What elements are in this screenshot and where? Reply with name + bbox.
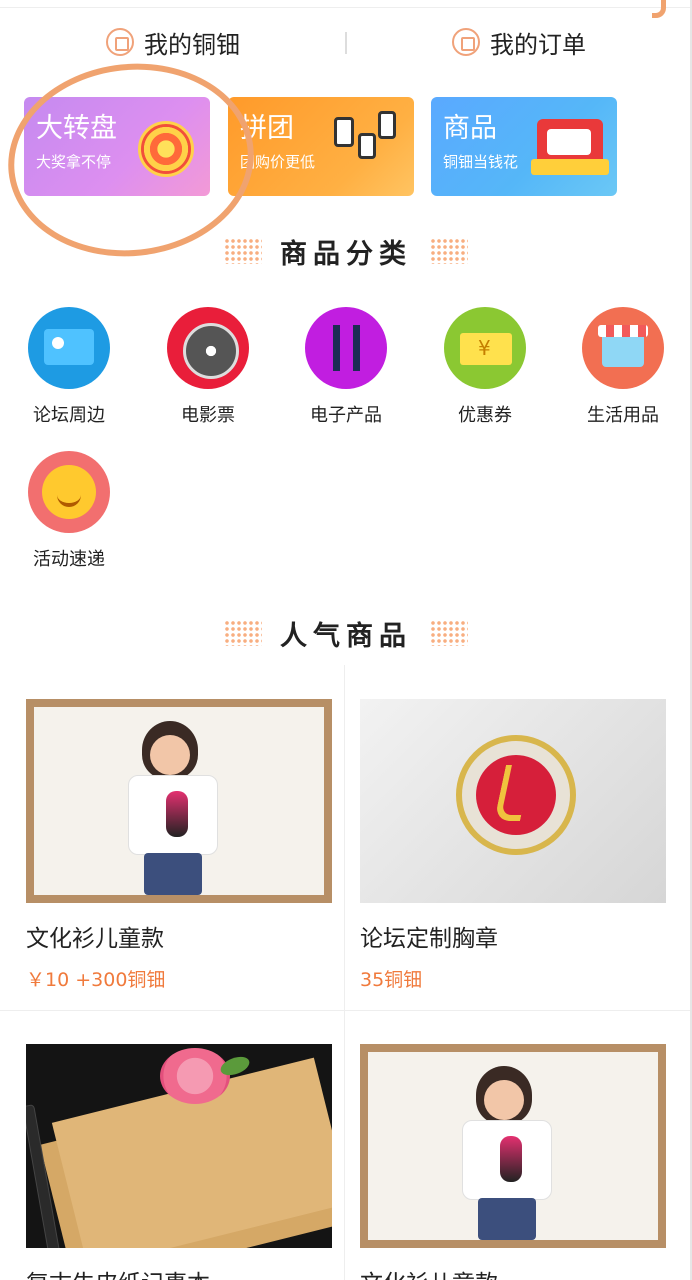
category-forum-merch[interactable]: 论坛周边: [5, 307, 133, 427]
header-tabs: 我的铜钿 我的订单: [0, 18, 692, 66]
decor-dots-icon: [430, 238, 468, 264]
product-name: 复古牛皮纸记事本: [26, 1264, 332, 1280]
section-title-popular: 人气商品: [0, 613, 692, 653]
forum-merch-icon: [28, 307, 110, 389]
top-divider: [0, 0, 692, 8]
product-name: 文化衫儿童款: [360, 1264, 666, 1280]
decor-dots-icon: [224, 620, 262, 646]
product-price: 35铜钿: [360, 969, 423, 991]
product-card[interactable]: 文化衫儿童款 ￥10 +300铜钿: [26, 699, 332, 992]
product-name: 文化衫儿童款: [26, 926, 164, 952]
usb-cable-icon: [305, 307, 387, 389]
category-label: 论坛周边: [33, 405, 105, 426]
tab-my-coins[interactable]: 我的铜钿: [0, 18, 346, 66]
product-card[interactable]: 文化衫儿童款: [360, 1044, 666, 1280]
popular-title: 人气商品: [280, 620, 412, 652]
section-title-categories: 商品分类: [0, 231, 692, 271]
product-card[interactable]: 复古牛皮纸记事本: [26, 1044, 332, 1280]
category-label: 活动速递: [33, 549, 105, 570]
banner-goods-title: 商品: [443, 113, 497, 144]
header-separator: [345, 32, 347, 54]
category-daily-goods[interactable]: 生活用品: [559, 307, 687, 427]
kid-tshirt-photo: [360, 1044, 666, 1248]
film-reel-icon: [167, 307, 249, 389]
coupon-icon: [444, 307, 526, 389]
category-label: 生活用品: [587, 405, 659, 426]
category-label: 电影票: [181, 405, 235, 426]
red-packet-icon: [531, 119, 609, 175]
grid-divider-vertical: [344, 665, 345, 1280]
banner-goods-subtitle: 铜钿当钱花: [443, 153, 519, 171]
notebook-photo: [26, 1044, 332, 1248]
product-card[interactable]: 论坛定制胸章 35铜钿: [360, 699, 666, 992]
phones-icon: [334, 111, 398, 183]
category-events[interactable]: 活动速递: [5, 451, 133, 571]
decor-dots-icon: [430, 620, 468, 646]
category-coupons[interactable]: 优惠券: [421, 307, 549, 427]
annotation-stroke: [652, 0, 666, 18]
banner-group-buy[interactable]: 拼团 团购价更低: [228, 97, 414, 196]
category-label: 电子产品: [310, 405, 382, 426]
banner-goods[interactable]: 商品 铜钿当钱花: [431, 97, 617, 196]
product-price: ￥10 +300铜钿: [26, 969, 166, 991]
category-electronics[interactable]: 电子产品: [282, 307, 410, 427]
tab-my-coins-label: 我的铜钿: [144, 30, 240, 59]
order-icon: [452, 28, 480, 56]
category-label: 优惠券: [458, 405, 512, 426]
tab-my-orders-label: 我的订单: [490, 30, 586, 59]
category-movie-tickets[interactable]: 电影票: [144, 307, 272, 427]
wallet-icon: [106, 28, 134, 56]
badge-photo: [360, 699, 666, 903]
product-name: 论坛定制胸章: [360, 926, 498, 952]
decor-dots-icon: [224, 238, 262, 264]
grid-divider-horizontal: [0, 1010, 690, 1011]
categories-title: 商品分类: [280, 238, 412, 270]
smiley-icon: [28, 451, 110, 533]
tab-my-orders[interactable]: 我的订单: [346, 18, 692, 66]
kid-tshirt-photo: [26, 699, 332, 903]
shop-icon: [582, 307, 664, 389]
